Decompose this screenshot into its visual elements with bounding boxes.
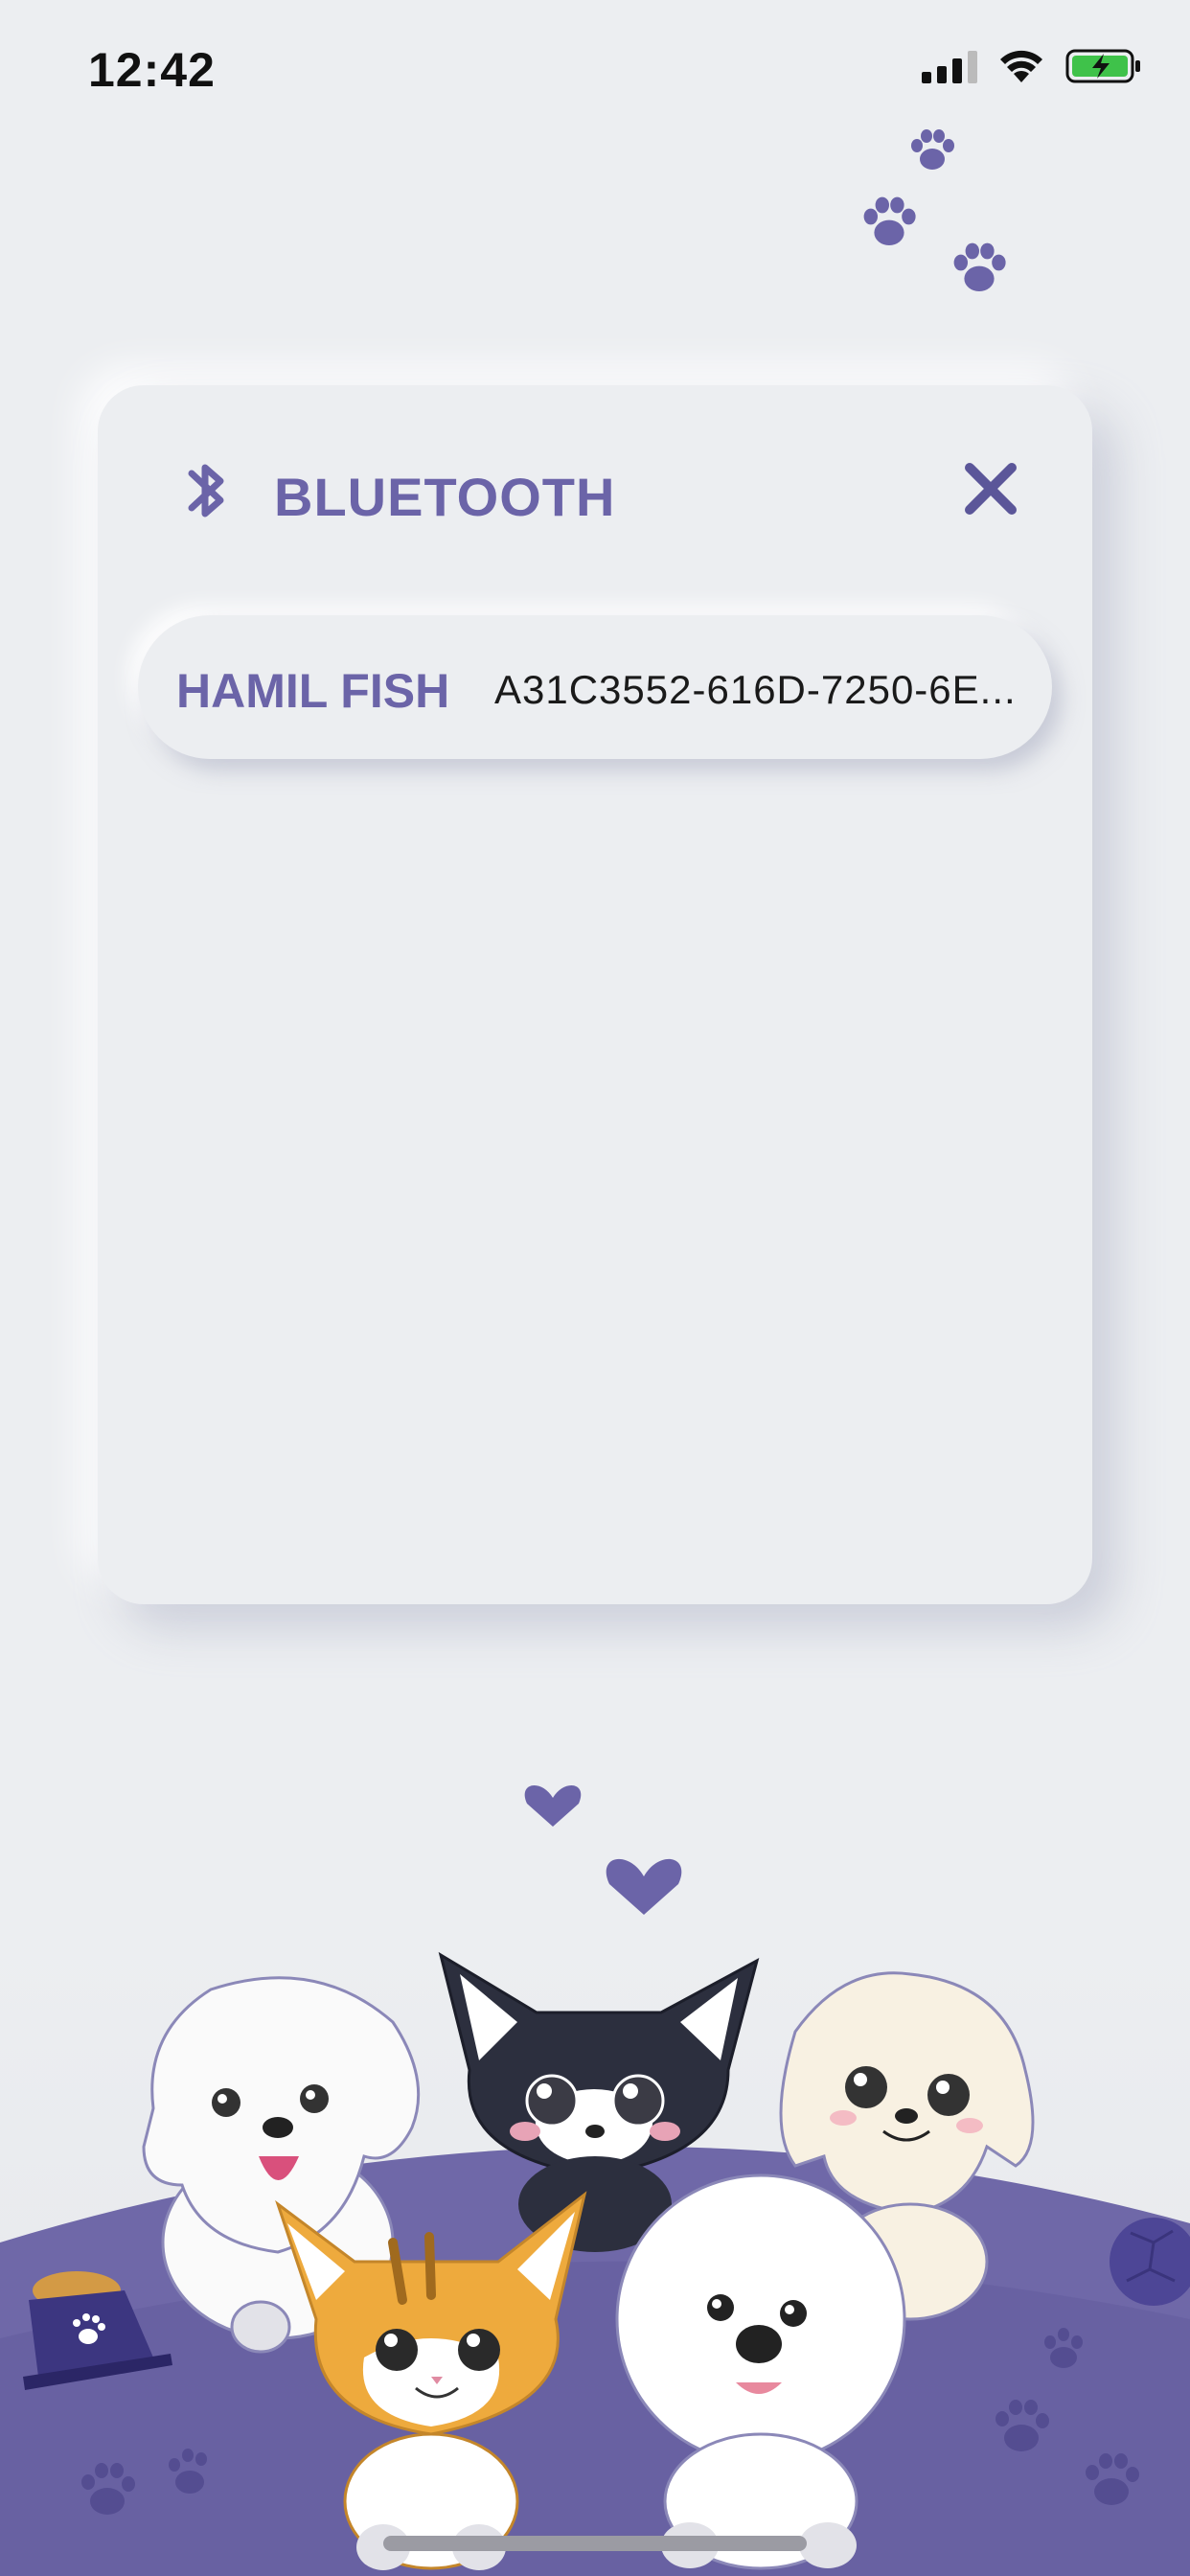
device-list-item[interactable]: HAMIL FISH A31C3552-616D-7250-6E...: [138, 615, 1052, 759]
heart-icon: [524, 1785, 582, 1827]
card-title: BLUETOOTH: [274, 467, 616, 527]
bluetooth-card: BLUETOOTH HAMIL FISH A31C3552-616D-7250-…: [98, 385, 1092, 1604]
device-id: A31C3552-616D-7250-6E...: [494, 667, 1017, 712]
status-time: 12:42: [88, 43, 216, 97]
bluetooth-icon: [188, 464, 224, 518]
status-bar: 12:42: [0, 0, 1190, 134]
paw-print-icon: [911, 129, 954, 170]
close-button[interactable]: [960, 458, 1021, 519]
wifi-icon: [1000, 50, 1042, 82]
paw-print-icon: [953, 242, 1006, 291]
status-icons: [922, 48, 1142, 84]
home-indicator[interactable]: [383, 2536, 807, 2551]
device-name: HAMIL FISH: [176, 664, 450, 718]
pets-illustration: [0, 1785, 1190, 2576]
paw-print-icon: [863, 196, 916, 245]
heart-icon: [606, 1858, 682, 1915]
battery-charging-icon: [1065, 49, 1140, 83]
card-header: BLUETOOTH: [98, 385, 1092, 577]
bluetooth-screen: 12:42 BLUETOOTH HAMIL FISH A31C3552-616D…: [0, 0, 1190, 2576]
signal-icon: [922, 49, 977, 83]
